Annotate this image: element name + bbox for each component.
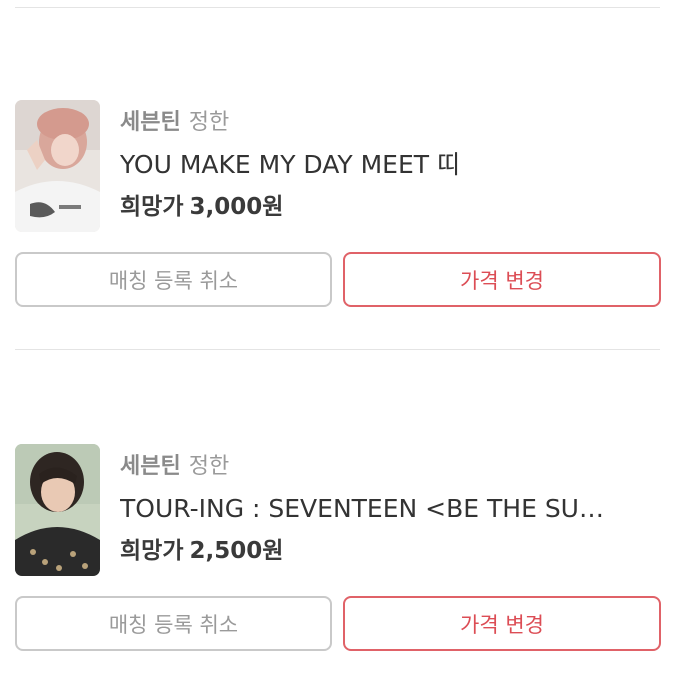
member-name: 정한: [188, 110, 230, 135]
artist-line: 세븐틴 정한: [120, 452, 665, 482]
photocard-thumbnail[interactable]: [15, 444, 100, 576]
listing-divider: [15, 349, 660, 350]
price-label: 희망가: [120, 538, 184, 564]
listing-item: 세븐틴 정한 YOU MAKE MY DAY MEET 띠 희망가 3,000원 매…: [0, 100, 675, 330]
price-value: 2,500원: [189, 538, 284, 564]
cancel-matching-button[interactable]: 매칭 등록 취소: [15, 596, 332, 651]
listing-meta: 세븐틴 정한 YOU MAKE MY DAY MEET 띠 희망가 3,000원: [120, 108, 665, 223]
change-price-button[interactable]: 가격 변경: [343, 596, 661, 651]
group-name: 세븐틴: [120, 110, 181, 135]
listing-meta: 세븐틴 정한 TOUR-ING : SEVENTEEN <BE THE SU… 희…: [120, 452, 665, 567]
group-name: 세븐틴: [120, 454, 181, 479]
listing-title: TOUR-ING : SEVENTEEN <BE THE SU…: [120, 494, 604, 523]
artist-line: 세븐틴 정한: [120, 108, 665, 138]
cancel-matching-button[interactable]: 매칭 등록 취소: [15, 252, 332, 307]
price-label: 희망가: [120, 194, 184, 220]
photocard-image: [15, 444, 100, 576]
price-value: 3,000원: [189, 194, 284, 220]
photocard-image: [15, 100, 100, 232]
listing-title: YOU MAKE MY DAY MEET 띠: [120, 150, 460, 179]
top-divider: [15, 7, 660, 8]
change-price-button[interactable]: 가격 변경: [343, 252, 661, 307]
listing-item: 세븐틴 정한 TOUR-ING : SEVENTEEN <BE THE SU… 희…: [0, 444, 675, 674]
price-line: 희망가 2,500원: [120, 535, 665, 567]
member-name: 정한: [188, 454, 230, 479]
price-line: 희망가 3,000원: [120, 191, 665, 223]
photocard-thumbnail[interactable]: [15, 100, 100, 232]
